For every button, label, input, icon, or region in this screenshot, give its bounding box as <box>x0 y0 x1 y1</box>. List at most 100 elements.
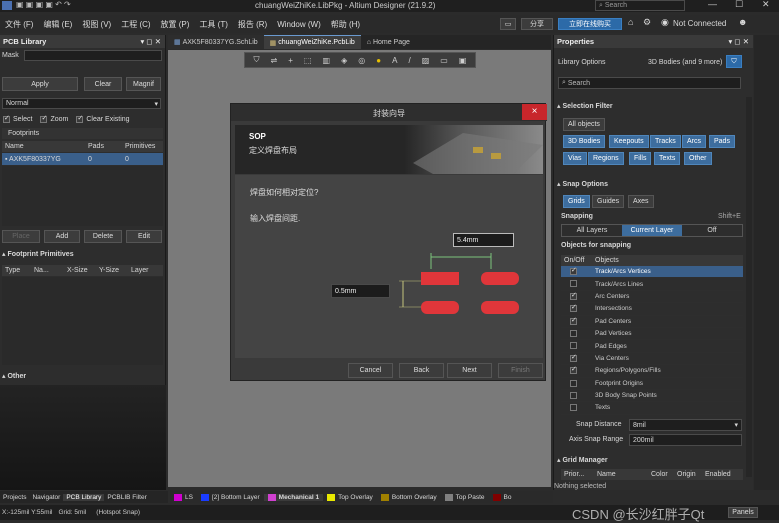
snap-checkbox[interactable] <box>570 367 577 375</box>
snap-checkbox[interactable] <box>570 379 577 387</box>
menu-place[interactable]: 放置 (P) <box>156 19 195 30</box>
all-objects-button[interactable]: All objects <box>563 118 605 131</box>
text-icon[interactable]: A <box>392 56 397 65</box>
menu-project[interactable]: 工程 (C) <box>116 19 155 30</box>
save-icon[interactable]: ▣ ▣ ▣ ▣ ↶ ↷ <box>16 0 71 9</box>
filter-arcs[interactable]: Arcs <box>682 135 706 148</box>
col-color[interactable]: Color <box>651 471 677 478</box>
clear-button[interactable]: Clear <box>84 77 122 91</box>
horizontal-spacing-input[interactable]: 5.4mm <box>453 233 514 247</box>
col-type[interactable]: Type <box>2 267 34 274</box>
magnify-button[interactable]: Magnif <box>126 77 161 91</box>
filter-icon[interactable]: ⛉ <box>254 55 260 65</box>
col-priority[interactable]: Prior... <box>561 471 597 478</box>
dialog-close-button[interactable]: × <box>522 104 547 120</box>
list-item[interactable]: Texts <box>561 402 743 415</box>
list-item[interactable]: 3D Body Snap Points <box>561 390 743 403</box>
rect-icon[interactable]: ▭ <box>440 56 448 65</box>
menu-tools[interactable]: 工具 (T) <box>194 19 232 30</box>
panel-pin-icon[interactable]: ▾ ◻ ✕ <box>729 37 749 46</box>
list-item[interactable]: Pad Centers <box>561 316 743 328</box>
gear-icon[interactable]: ⚙ <box>643 17 651 28</box>
filter-3d-bodies[interactable]: 3D Bodies <box>563 135 606 148</box>
list-item[interactable]: Regions/Polygons/Fills <box>561 365 743 378</box>
snap-checkbox[interactable] <box>570 317 577 325</box>
chart-icon[interactable]: ▥ <box>323 56 331 65</box>
snap-checkbox[interactable] <box>570 292 577 300</box>
axis-snap-input[interactable]: 200mil <box>629 434 742 446</box>
list-item[interactable]: Pad Vertices <box>561 328 743 341</box>
filter-keepouts[interactable]: Keepouts <box>609 135 649 148</box>
pad-icon[interactable]: ◎ <box>358 56 365 65</box>
fill-icon[interactable]: ▣ <box>459 56 467 65</box>
list-item[interactable]: Intersections <box>561 303 743 316</box>
menu-edit[interactable]: 编辑 (E) <box>38 19 77 30</box>
col-layer[interactable]: Layer <box>131 267 149 274</box>
zoom-checkbox[interactable] <box>40 115 48 123</box>
delete-button[interactable]: Delete <box>84 230 122 243</box>
tab-schlib[interactable]: ▦ AXK5F80337YG.SchLib <box>168 35 264 49</box>
filter-icon[interactable]: ⛉ <box>726 55 742 68</box>
col-xsize[interactable]: X-Size <box>67 267 99 274</box>
layer-tab[interactable]: Top Overlay <box>323 493 377 501</box>
menu-view[interactable]: 视图 (V) <box>77 19 116 30</box>
vertical-spacing-input[interactable]: 0.5mm <box>331 284 390 298</box>
pin-icon[interactable]: ● <box>376 56 381 65</box>
menu-reports[interactable]: 报告 (R) <box>233 19 272 30</box>
mask-input[interactable] <box>24 49 162 61</box>
layer-tab[interactable]: LS <box>170 493 197 501</box>
table-row[interactable]: ▪ AXK5F80337YG 0 0 <box>2 153 163 165</box>
filter-fills[interactable]: Fills <box>629 152 652 165</box>
next-button[interactable]: Next <box>447 363 492 378</box>
finish-button[interactable]: Finish <box>498 363 543 378</box>
cancel-button[interactable]: Cancel <box>348 363 393 378</box>
edit-button[interactable]: Edit <box>126 230 162 243</box>
list-item[interactable]: Track/Arcs Lines <box>561 278 743 291</box>
user-icon[interactable]: ◉ <box>661 17 669 28</box>
snap-checkbox[interactable] <box>570 342 577 350</box>
line-icon[interactable]: / <box>408 56 410 65</box>
layer-stack-icon[interactable]: ◈ <box>341 56 347 65</box>
snap-checkbox[interactable] <box>570 330 577 338</box>
route-icon[interactable]: ⇌ <box>271 56 278 65</box>
snap-checkbox[interactable] <box>570 268 577 276</box>
list-item[interactable]: Track/Arcs Vertices <box>561 266 743 279</box>
col-pads[interactable]: Pads <box>88 143 125 150</box>
layer-tab[interactable]: Top Paste <box>441 493 489 501</box>
properties-search-input[interactable]: ⌕ Search <box>558 77 741 89</box>
col-enabled[interactable]: Enabled <box>705 471 731 478</box>
tab-pcblib-filter[interactable]: PCBLIB Filter <box>104 494 149 501</box>
layer-tab[interactable]: [2] Bottom Layer <box>197 493 264 501</box>
panel-pin-icon[interactable]: ▾ ◻ ✕ <box>141 37 161 46</box>
buy-online-button[interactable]: 立即在线购买 <box>558 18 622 30</box>
mode-select[interactable]: Normal ▾ <box>2 98 161 109</box>
menu-window[interactable]: Window (W) <box>272 20 326 29</box>
clear-existing-checkbox[interactable] <box>76 115 84 123</box>
tab-pcblib[interactable]: ▦ chuangWeiZhiKe.PcbLib <box>263 35 361 49</box>
filter-regions[interactable]: Regions <box>588 152 624 165</box>
connection-status[interactable]: Not Connected <box>673 19 726 28</box>
snap-grids-button[interactable]: Grids <box>563 195 590 208</box>
snap-checkbox[interactable] <box>570 391 577 399</box>
add-button[interactable]: Add <box>44 230 80 243</box>
filter-pads[interactable]: Pads <box>709 135 735 148</box>
col-origin[interactable]: Origin <box>677 471 705 478</box>
menu-help[interactable]: 帮助 (H) <box>326 19 365 30</box>
close-icon[interactable]: ✕ <box>762 0 770 10</box>
panels-button[interactable]: Panels <box>728 507 758 518</box>
apply-button[interactable]: Apply <box>2 77 78 91</box>
region-icon[interactable]: ▨ <box>422 56 430 65</box>
filter-other[interactable]: Other <box>684 152 712 165</box>
tab-navigator[interactable]: Navigator <box>29 494 63 501</box>
filter-tracks[interactable]: Tracks <box>650 135 681 148</box>
select-checkbox[interactable] <box>3 115 10 123</box>
col-na[interactable]: Na... <box>34 267 67 274</box>
layer-tab[interactable]: Mechanical 1 <box>263 493 324 501</box>
select-rect-icon[interactable]: ⬚ <box>304 56 312 65</box>
back-button[interactable]: Back <box>399 363 444 378</box>
footprints-list[interactable] <box>2 166 163 226</box>
list-item[interactable]: Via Centers <box>561 353 743 366</box>
maximize-icon[interactable]: ☐ <box>735 0 743 10</box>
col-grid-name[interactable]: Name <box>597 471 651 478</box>
col-primitives[interactable]: Primitives <box>125 143 155 150</box>
